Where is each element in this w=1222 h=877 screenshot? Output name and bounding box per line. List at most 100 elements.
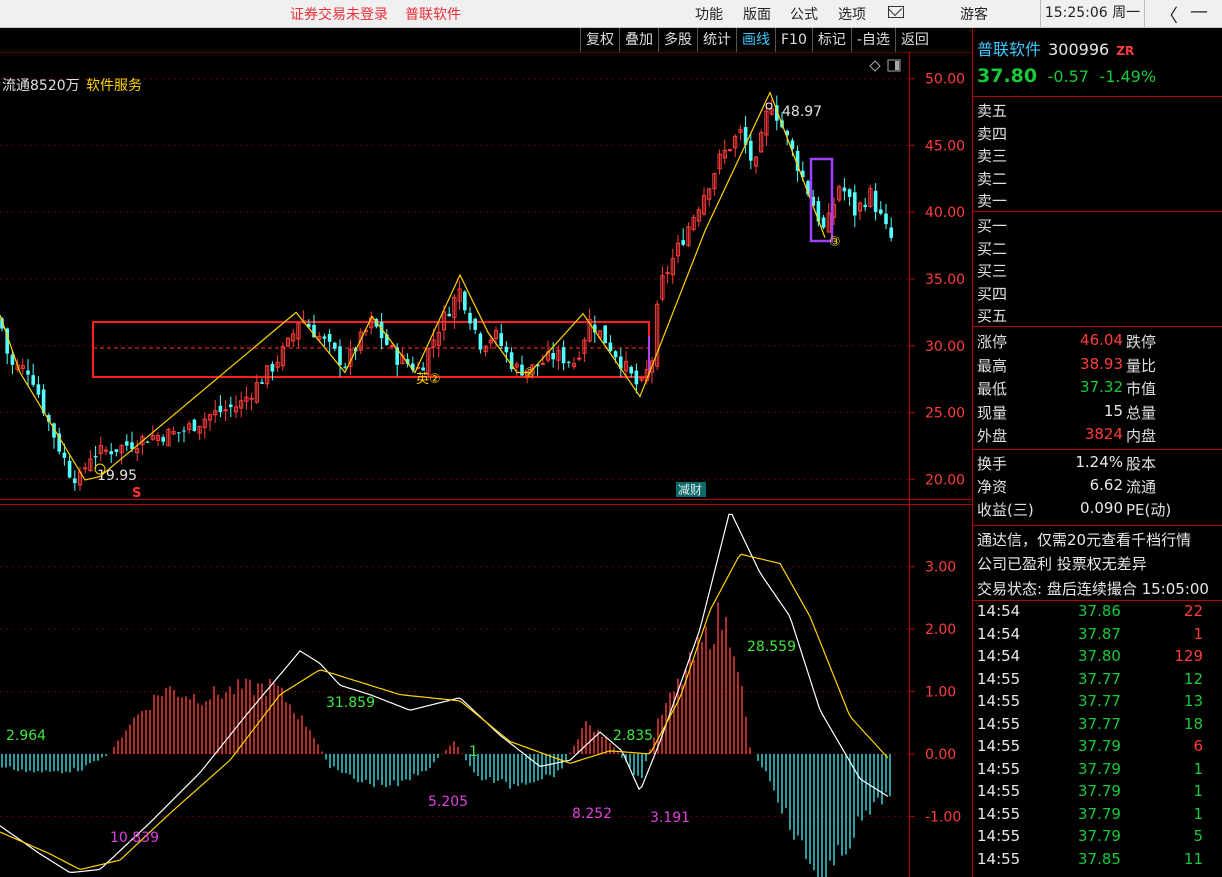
tick-list[interactable]: 14:54 37.86 22 14:54 37.87 1 14:54 37.80 129 14:5… bbox=[973, 602, 1222, 877]
title-bar: 证券交易未登录 普联软件 功能 版面 公式 选项 游客 15:25:06 周一 … bbox=[0, 0, 1222, 28]
stat-label: 外盘 bbox=[977, 427, 1008, 445]
candle-body bbox=[873, 190, 878, 213]
buy-level-1[interactable]: 买一 bbox=[977, 215, 1007, 236]
tick-price: 37.87 bbox=[1078, 624, 1121, 643]
tick-row[interactable]: 14:55 37.79 1 bbox=[973, 805, 1222, 827]
divider bbox=[973, 96, 1222, 97]
tick-volume: 5 bbox=[1193, 827, 1203, 845]
stat-label: 现量 bbox=[977, 403, 1008, 422]
stat-label: 涨停 bbox=[977, 333, 1008, 351]
buy-level-4[interactable]: 买四 bbox=[977, 283, 1007, 304]
tb-multi[interactable]: 多股 bbox=[658, 28, 697, 52]
trade-status: 交易状态: 盘后连续撮合 15:05:00 bbox=[977, 580, 1209, 598]
tb-return[interactable]: 返回 bbox=[894, 28, 934, 52]
candle-body bbox=[884, 213, 888, 225]
tb-stats[interactable]: 统计 bbox=[697, 28, 736, 52]
candle-body bbox=[109, 451, 113, 455]
notice-1[interactable]: 通达信，仅需20元查看千档行情 bbox=[977, 529, 1191, 550]
menu-options[interactable]: 选项 bbox=[838, 4, 866, 24]
menu-function[interactable]: 功能 bbox=[695, 4, 723, 24]
macd-label-8: 3.191 bbox=[650, 810, 690, 826]
sell-level-4[interactable]: 卖四 bbox=[977, 123, 1007, 144]
buy-level-2[interactable]: 买二 bbox=[977, 238, 1007, 259]
stat-value: 15 bbox=[1103, 401, 1123, 420]
tick-row[interactable]: 14:55 37.79 1 bbox=[973, 760, 1222, 782]
price-change-pct: -1.49% bbox=[1099, 67, 1157, 86]
price-row: 37.80 -0.57 -1.49% bbox=[977, 65, 1156, 87]
tick-row[interactable]: 14:55 37.79 6 bbox=[973, 737, 1222, 759]
tick-volume: 12 bbox=[1183, 669, 1203, 688]
tick-row[interactable]: 14:55 37.79 5 bbox=[973, 827, 1222, 849]
macd-label-5: 1 bbox=[469, 744, 478, 760]
buy-level-3[interactable]: 买三 bbox=[977, 260, 1007, 281]
macd-tick-label: 3.00 bbox=[925, 560, 956, 576]
user-name[interactable]: 游客 bbox=[960, 4, 988, 24]
divider bbox=[973, 449, 1222, 450]
candle-body bbox=[389, 345, 395, 348]
tick-row[interactable]: 14:55 37.85 11 bbox=[973, 850, 1222, 872]
tick-row[interactable]: 14:54 37.86 22 bbox=[973, 602, 1222, 624]
tb-adjust[interactable]: 复权 bbox=[580, 28, 619, 52]
buy-level-5[interactable]: 买五 bbox=[977, 305, 1007, 326]
candle-body bbox=[36, 384, 41, 395]
candle-body bbox=[853, 192, 857, 216]
candle-body bbox=[192, 419, 197, 432]
stat-label: 最低 bbox=[977, 380, 1008, 398]
tick-row[interactable]: 14:54 37.87 1 bbox=[973, 625, 1222, 647]
last-price: 37.80 bbox=[977, 65, 1038, 87]
tb-overlay[interactable]: 叠加 bbox=[619, 28, 658, 52]
tick-price: 37.77 bbox=[1078, 714, 1121, 733]
price-grid bbox=[0, 78, 909, 480]
tick-row[interactable]: 14:55 37.77 18 bbox=[973, 715, 1222, 737]
macd-dea-line bbox=[0, 553, 889, 870]
tick-price: 37.79 bbox=[1078, 804, 1121, 823]
tb-draw[interactable]: 画线 bbox=[736, 28, 775, 52]
stock-name[interactable]: 普联软件 bbox=[977, 40, 1041, 59]
back-icon[interactable]: 〈 bbox=[1160, 2, 1178, 28]
candle-body bbox=[327, 333, 332, 342]
candles bbox=[0, 95, 893, 491]
tick-price: 37.77 bbox=[1078, 669, 1121, 688]
price-change: -0.57 bbox=[1047, 67, 1089, 86]
sell-level-2[interactable]: 卖二 bbox=[977, 168, 1007, 189]
tick-price: 37.80 bbox=[1078, 647, 1121, 665]
mail-icon[interactable] bbox=[888, 6, 904, 18]
tick-time: 14:54 bbox=[977, 602, 1021, 620]
candle-body bbox=[333, 342, 337, 349]
diamond-icon[interactable] bbox=[869, 60, 881, 72]
sell-level-1[interactable]: 卖一 bbox=[977, 190, 1007, 211]
tb-mark[interactable]: 标记 bbox=[811, 28, 851, 52]
tick-row[interactable]: 14:54 37.80 129 bbox=[973, 647, 1222, 669]
sell-level-3[interactable]: 卖三 bbox=[977, 145, 1007, 166]
candle-body bbox=[889, 227, 893, 238]
tick-volume: 6 bbox=[1193, 737, 1203, 755]
stock-badge: ZR bbox=[1116, 44, 1135, 58]
tick-volume: 13 bbox=[1183, 692, 1203, 710]
candle-body bbox=[103, 449, 109, 452]
menu-formula[interactable]: 公式 bbox=[790, 4, 818, 24]
stat-value: 37.32 bbox=[1080, 378, 1123, 396]
login-status[interactable]: 证券交易未登录 bbox=[290, 4, 388, 24]
tb-watchlist[interactable]: -自选 bbox=[850, 28, 895, 52]
minimize-icon[interactable]: — bbox=[1190, 1, 1208, 22]
tb-f10[interactable]: F10 bbox=[775, 28, 812, 52]
sell-level-5[interactable]: 卖五 bbox=[977, 100, 1007, 121]
industry-label: 软件服务 bbox=[86, 78, 142, 94]
menu-layout[interactable]: 版面 bbox=[743, 4, 771, 24]
event-marker[interactable]: 减财 bbox=[678, 483, 702, 497]
candle-body bbox=[145, 441, 150, 443]
candle-body bbox=[577, 357, 582, 360]
macd-tick-label: 0.00 bbox=[925, 747, 956, 763]
notice-2[interactable]: 公司已盈利 投票权无差异 bbox=[977, 553, 1147, 574]
zigzag-line bbox=[0, 90, 826, 481]
candle-body bbox=[540, 362, 545, 365]
price-tick-label: 40.00 bbox=[925, 205, 965, 221]
tick-row[interactable]: 14:55 37.77 13 bbox=[973, 692, 1222, 714]
tick-row[interactable]: 14:55 37.79 1 bbox=[973, 782, 1222, 804]
candle-body bbox=[629, 366, 633, 374]
kline-chart[interactable]: 50.00 45.00 40.00 35.00 30.00 25.00 20.00 3.00… bbox=[0, 52, 972, 877]
candle-body bbox=[26, 370, 30, 375]
candle-body bbox=[447, 313, 451, 317]
divider bbox=[973, 211, 1222, 212]
tick-row[interactable]: 14:55 37.77 12 bbox=[973, 670, 1222, 692]
